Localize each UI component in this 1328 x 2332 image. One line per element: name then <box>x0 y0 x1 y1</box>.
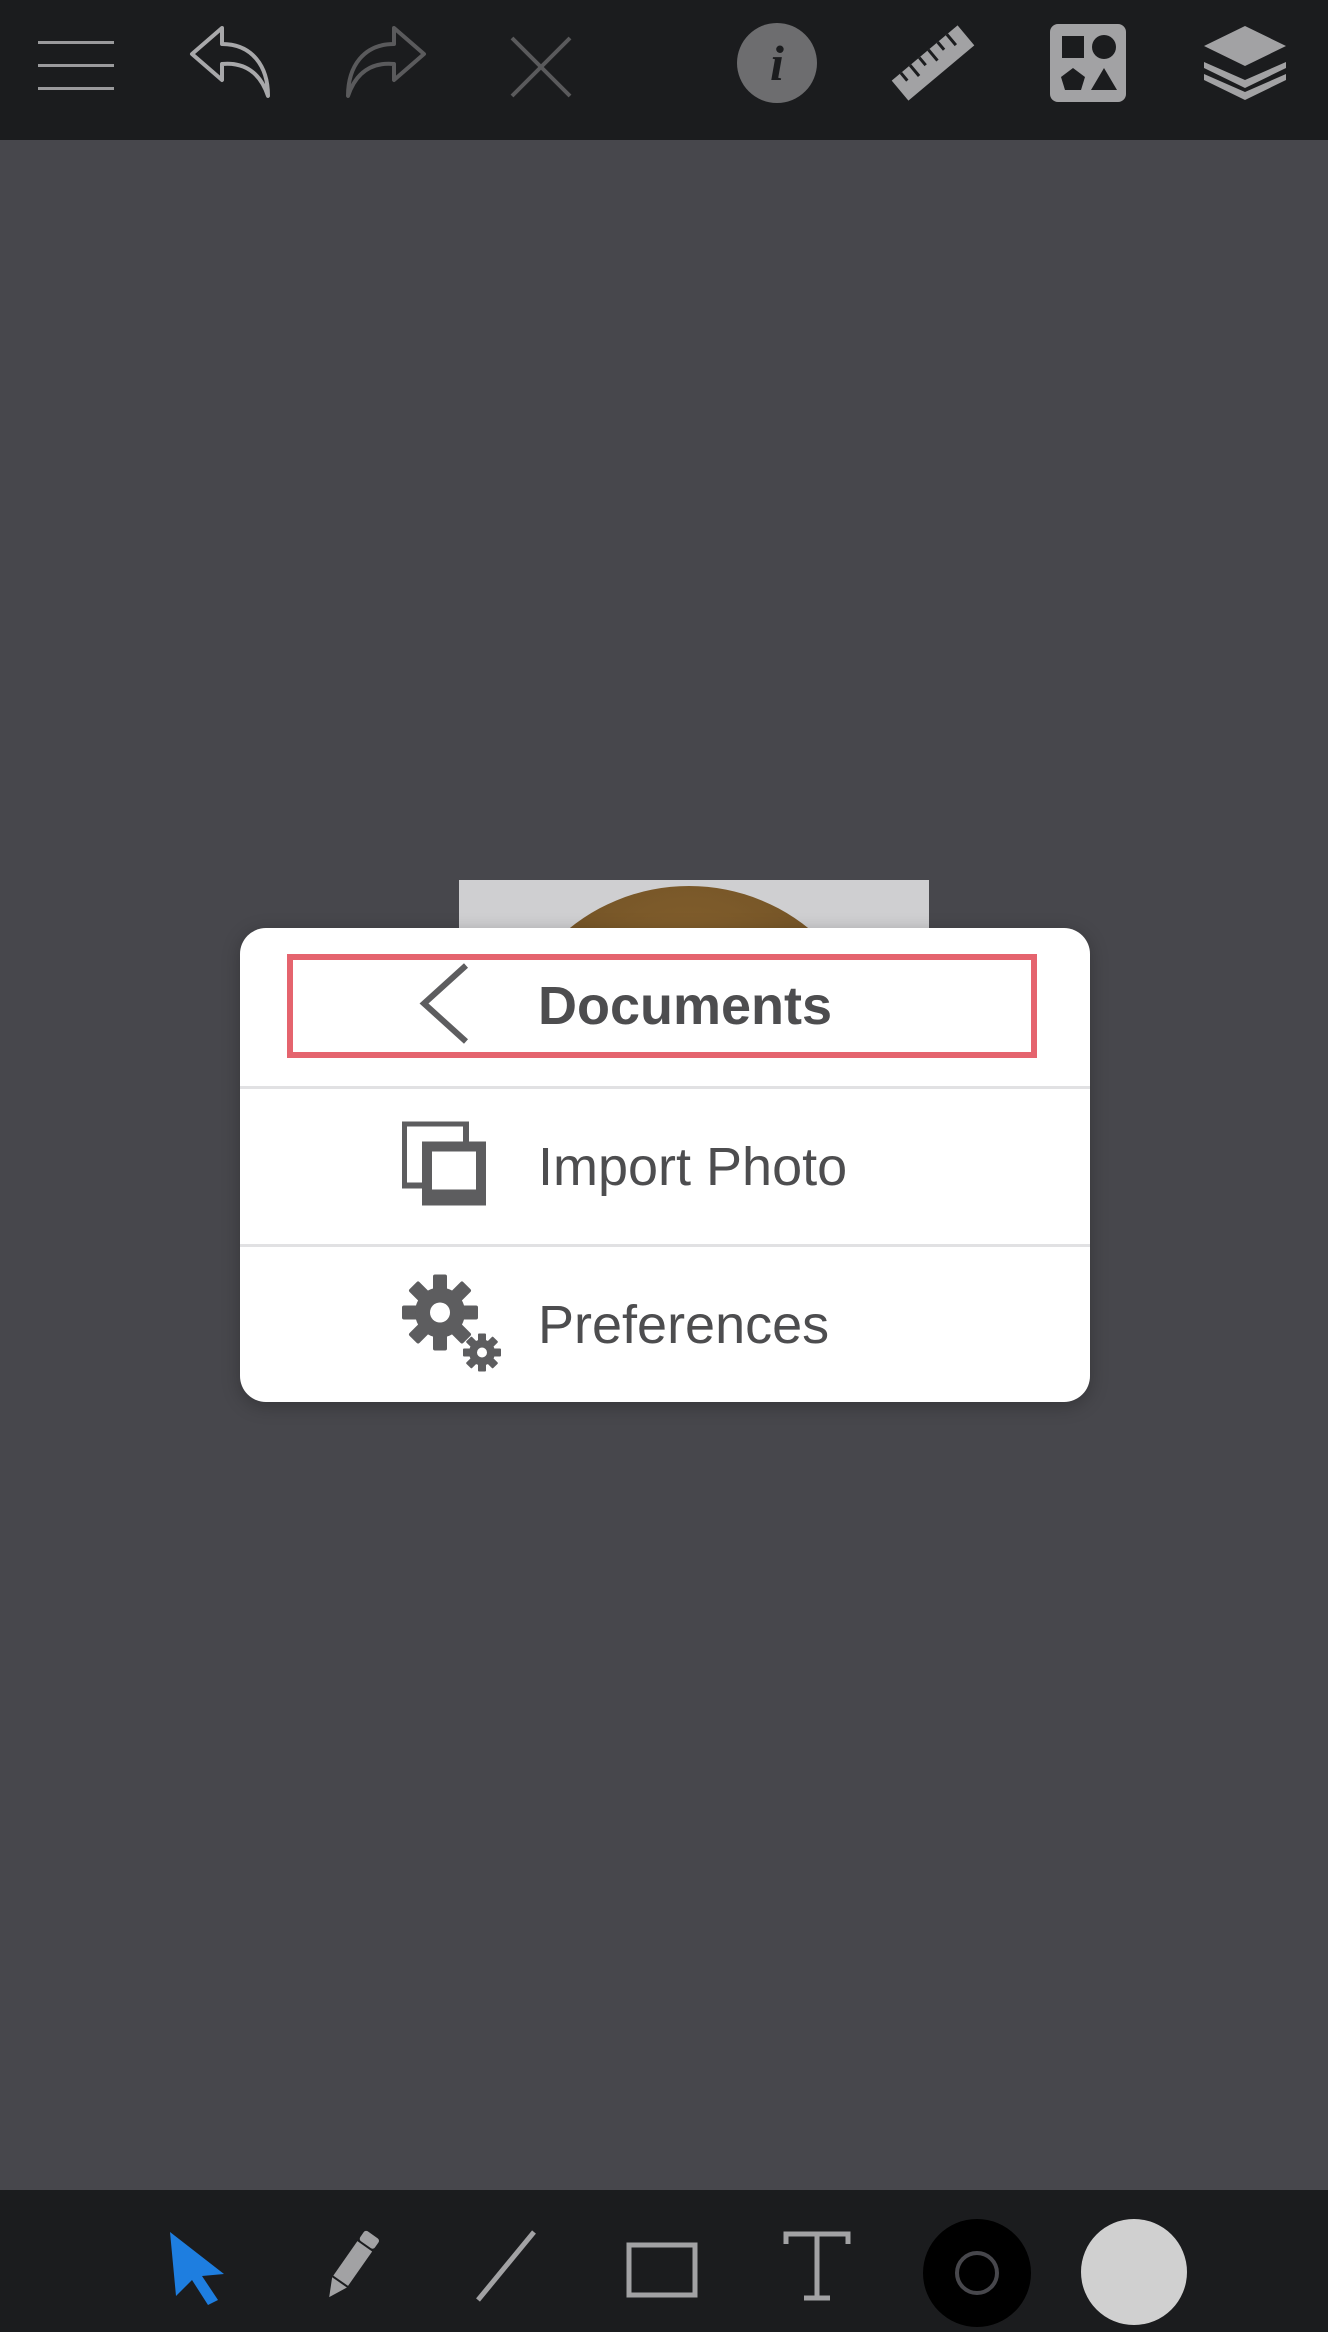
line-icon[interactable] <box>472 2228 540 2304</box>
menu-item-label: Documents <box>538 975 833 1036</box>
svg-text:i: i <box>770 35 784 91</box>
menu-item-label: Preferences <box>538 1294 830 1355</box>
layers-icon[interactable] <box>1200 22 1290 106</box>
gears-icon <box>400 1272 504 1377</box>
menu-icon[interactable] <box>36 36 116 96</box>
fill-color-swatch[interactable] <box>1080 2218 1188 2326</box>
text-icon[interactable] <box>782 2230 852 2302</box>
pencil-icon[interactable] <box>318 2226 384 2306</box>
top-toolbar: i <box>0 0 1328 140</box>
menu-item-label: Import Photo <box>538 1136 848 1197</box>
photos-icon <box>401 1120 488 1212</box>
menu-item-documents[interactable]: Documents <box>240 928 1090 1083</box>
close-icon[interactable] <box>506 32 576 102</box>
menu-item-preferences[interactable]: Preferences <box>240 1247 1090 1402</box>
rectangle-icon[interactable] <box>626 2242 698 2298</box>
chevron-left-icon <box>416 961 472 1050</box>
undo-icon[interactable] <box>186 22 276 102</box>
app-window: i Documents Import Photo Preferences <box>0 0 1328 2332</box>
redo-icon[interactable] <box>340 22 430 102</box>
main-menu-popover: Documents Import Photo Preferences <box>240 928 1090 1402</box>
menu-item-import-photo[interactable]: Import Photo <box>240 1089 1090 1244</box>
select-arrow-icon[interactable] <box>166 2230 230 2306</box>
stroke-color-swatch[interactable] <box>922 2218 1032 2328</box>
ruler-icon[interactable] <box>888 18 978 108</box>
bottom-toolbar <box>0 2190 1328 2332</box>
info-icon[interactable]: i <box>736 22 818 104</box>
shapes-icon[interactable] <box>1048 22 1128 104</box>
